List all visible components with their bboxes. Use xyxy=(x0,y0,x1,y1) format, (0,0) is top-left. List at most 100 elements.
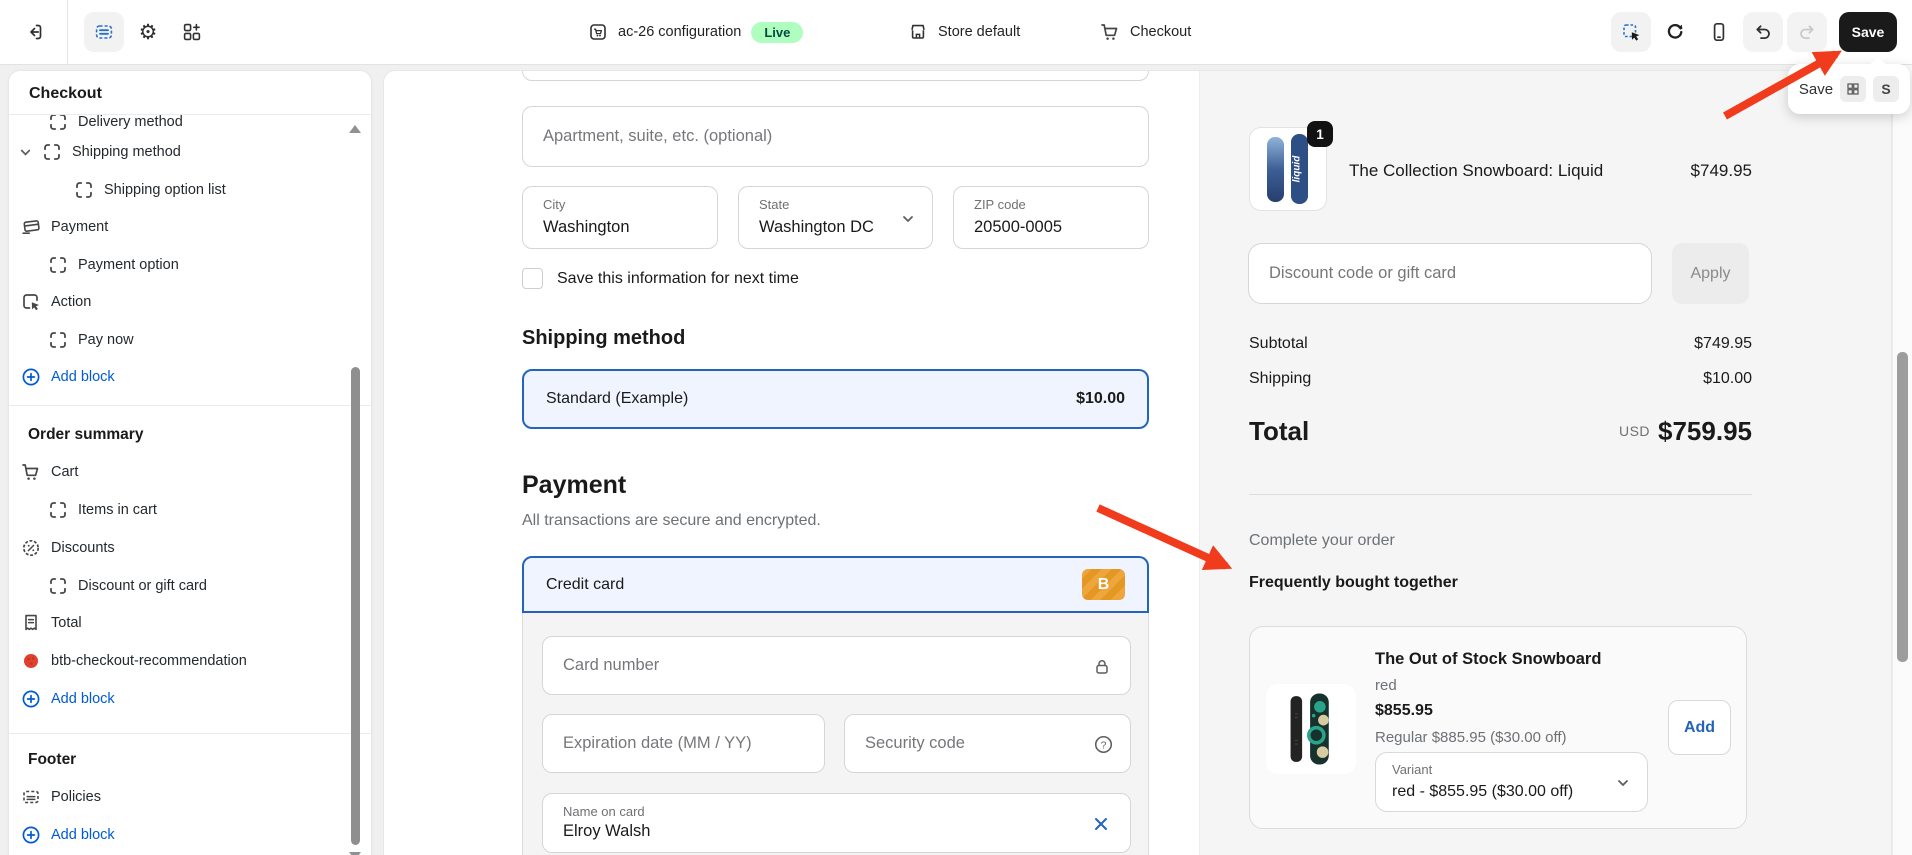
sidebar-item-discounts[interactable]: Discounts xyxy=(9,529,349,567)
sections-tab-button[interactable] xyxy=(84,12,124,52)
city-label: City xyxy=(543,197,566,212)
chevron-down-icon xyxy=(903,216,913,222)
cart-icon xyxy=(1100,22,1120,42)
config-menu-item[interactable]: ac-26 configuration Live xyxy=(588,12,804,52)
gear-icon: ⚙ xyxy=(138,20,158,44)
svg-text:liquid: liquid xyxy=(1292,155,1303,183)
redo-button[interactable] xyxy=(1787,12,1827,52)
store-menu-item[interactable]: Store default xyxy=(908,12,1020,52)
sidebar-item-total[interactable]: Total xyxy=(9,604,349,642)
sidebar-item-payment-option[interactable]: Payment option xyxy=(9,246,349,284)
payment-icon xyxy=(21,217,41,237)
sidebar-item-shipping-method[interactable]: Shipping method xyxy=(9,133,349,171)
exit-editor-button[interactable] xyxy=(14,12,54,52)
payment-heading: Payment xyxy=(522,471,627,499)
discount-code-field[interactable] xyxy=(1248,243,1652,304)
save-info-checkbox[interactable] xyxy=(522,268,543,289)
apply-button[interactable]: Apply xyxy=(1672,243,1749,304)
discount-code-input[interactable] xyxy=(1249,244,1651,303)
help-circle-icon[interactable]: ? xyxy=(1093,734,1114,755)
zip-field[interactable]: ZIP code 20500-0005 xyxy=(953,186,1149,249)
fbt-variant-value: red - $855.95 ($30.00 off) xyxy=(1392,783,1574,800)
card-number-input[interactable] xyxy=(543,637,1130,694)
sidebar-header-order-summary: Order summary xyxy=(28,426,144,443)
sidebar-scrollbar-thumb[interactable] xyxy=(351,367,360,845)
zip-value: 20500-0005 xyxy=(974,218,1063,236)
fbt-product-thumbnail xyxy=(1266,684,1356,774)
apps-button[interactable] xyxy=(172,12,212,52)
total-label: Total xyxy=(1249,416,1310,446)
checkout-preview: City Washington State Washington DC ZIP … xyxy=(383,70,1892,855)
city-field[interactable]: City Washington xyxy=(522,186,718,249)
credit-card-option[interactable]: Credit card B xyxy=(522,556,1149,613)
fbt-variant-select[interactable]: Variant red - $855.95 ($30.00 off) xyxy=(1375,752,1648,812)
save-button[interactable]: Save xyxy=(1839,12,1897,52)
cart-icon xyxy=(21,462,41,482)
sidebar-scroll-up-arrow[interactable] xyxy=(349,125,361,133)
sidebar-item-items-in-cart[interactable]: Items in cart xyxy=(9,491,349,529)
state-value: Washington DC xyxy=(759,218,874,236)
sidebar-item-btb-checkout-recommendation[interactable]: btb-checkout-recommendation xyxy=(9,642,349,680)
discount-badge-icon xyxy=(21,538,41,558)
state-label: State xyxy=(759,197,790,212)
settings-button[interactable]: ⚙ xyxy=(128,12,168,52)
expiration-input[interactable] xyxy=(543,715,824,772)
security-code-input[interactable] xyxy=(845,715,1130,772)
plus-circle-icon xyxy=(21,689,41,709)
sidebar-item-policies[interactable]: Policies xyxy=(9,778,349,816)
mobile-preview-button[interactable] xyxy=(1699,12,1739,52)
checkout-page-menu-item[interactable]: Checkout xyxy=(1100,12,1191,52)
card-number-field[interactable] xyxy=(542,636,1131,695)
refresh-icon xyxy=(1665,22,1685,42)
name-on-card-field[interactable]: Name on card Elroy Walsh xyxy=(542,793,1131,853)
bogus-gateway-badge: B xyxy=(1082,569,1125,600)
add-block-button-footer[interactable]: Add block xyxy=(9,816,349,854)
fbt-add-button[interactable]: Add xyxy=(1668,700,1731,755)
currency-code: USD xyxy=(1618,423,1651,439)
undo-icon xyxy=(1753,22,1773,42)
window-scrollbar[interactable] xyxy=(1892,64,1912,855)
block-icon xyxy=(42,142,62,162)
quantity-badge: 1 xyxy=(1307,121,1333,147)
add-block-button-order-summary[interactable]: Add block xyxy=(9,680,349,718)
sidebar-block-list: Delivery method Shipping method Shipping… xyxy=(9,114,371,855)
undo-button[interactable] xyxy=(1743,12,1783,52)
name-on-card-label: Name on card xyxy=(563,804,645,819)
shipping-option-price: $10.00 xyxy=(1076,390,1125,407)
block-icon xyxy=(48,500,68,520)
total-row-value: USD $759.95 xyxy=(1452,416,1752,447)
sidebar-item-pay-now[interactable]: Pay now xyxy=(9,321,349,359)
apartment-field[interactable] xyxy=(522,106,1149,167)
state-select[interactable]: State Washington DC xyxy=(738,186,933,249)
block-icon xyxy=(48,330,68,350)
window-scrollbar-thumb[interactable] xyxy=(1897,352,1908,662)
fbt-regular-price: Regular $885.95 ($30.00 off) xyxy=(1375,729,1567,746)
sidebar-item-cart[interactable]: Cart xyxy=(9,453,349,491)
address-field-clipped[interactable] xyxy=(522,71,1149,81)
sidebar-item-action[interactable]: Action xyxy=(9,283,349,321)
shipping-option-standard[interactable]: Standard (Example) $10.00 xyxy=(522,369,1149,429)
shipping-value: $10.00 xyxy=(1703,370,1752,387)
policies-icon xyxy=(21,787,41,807)
inspector-button[interactable] xyxy=(1611,12,1651,52)
clear-x-icon[interactable] xyxy=(1092,815,1110,833)
windows-key-icon xyxy=(1840,76,1867,102)
add-block-button-checkout[interactable]: Add block xyxy=(9,358,349,396)
s-key-badge: S xyxy=(1873,76,1900,102)
credit-card-form-panel: ? Name on card Elroy Walsh xyxy=(522,613,1149,855)
app-block-icon xyxy=(21,651,41,671)
sidebar-item-payment[interactable]: Payment xyxy=(9,208,349,246)
live-badge: Live xyxy=(751,21,804,43)
tooltip-label: Save xyxy=(1798,80,1834,98)
sidebar-item-discount-or-gift-card[interactable]: Discount or gift card xyxy=(9,567,349,605)
expiration-field[interactable] xyxy=(542,714,825,773)
sidebar-item-shipping-option-list[interactable]: Shipping option list xyxy=(9,171,349,209)
inspector-icon xyxy=(1621,22,1642,43)
security-code-field[interactable]: ? xyxy=(844,714,1131,773)
reset-button[interactable] xyxy=(1655,12,1695,52)
apartment-input[interactable] xyxy=(523,107,1148,166)
chevron-down-icon[interactable] xyxy=(19,146,32,159)
save-info-row: Save this information for next time xyxy=(522,268,799,289)
subtotal-label: Subtotal xyxy=(1249,335,1308,352)
topbar: ⚙ ac-26 configuration Live Store default… xyxy=(0,0,1912,65)
